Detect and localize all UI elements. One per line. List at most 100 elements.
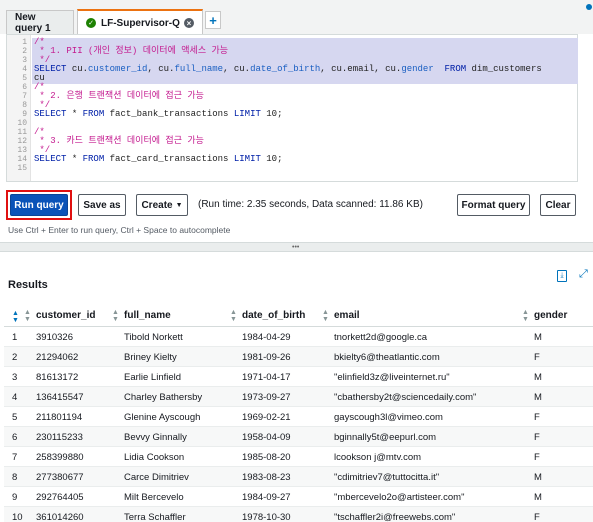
table-cell: 230115233 xyxy=(36,432,83,443)
column-header-full-name[interactable]: full_name xyxy=(124,310,171,321)
table-cell: 292764405 xyxy=(36,492,84,503)
tab-label: LF-Supervisor-Q... xyxy=(101,17,180,29)
code-token: * 3. 카드 트랜잭션 데이터에 접근 가능 xyxy=(34,136,204,146)
sort-icon[interactable]: ▲ ▼ xyxy=(322,309,329,323)
table-cell: gayscough3l@vimeo.com xyxy=(334,412,443,423)
download-icon[interactable]: ⤓ xyxy=(557,270,567,282)
table-cell: 7 xyxy=(12,452,18,463)
sort-icon[interactable]: ▲ ▼ xyxy=(230,309,237,323)
sql-editor[interactable]: 1 2 3 4 5 6 7 8 9 10 11 12 13 14 15 /* * 1. PII (개인 정보… xyxy=(6,34,578,182)
table-cell: 3 xyxy=(12,372,18,383)
table-cell: Milt Bercevelo xyxy=(124,492,184,503)
code-token: * xyxy=(71,154,83,164)
check-circle-icon: ✓ xyxy=(86,18,96,28)
table-row[interactable]: 5 211801194 Glenine Ayscough 1969-02-21 gays… xyxy=(4,407,593,427)
table-cell: F xyxy=(534,412,540,423)
table-cell: Charley Bathersby xyxy=(124,392,203,403)
code-token: dim_customers xyxy=(471,64,542,74)
table-cell: 5 xyxy=(12,412,18,423)
sort-icon[interactable]: ▲ ▼ xyxy=(522,309,529,323)
table-cell: Carce Dimitriev xyxy=(124,472,189,483)
add-tab-button[interactable]: + xyxy=(205,11,221,29)
code-token: date_of_birth xyxy=(250,64,321,74)
chevron-down-icon: ▼ xyxy=(175,201,183,209)
table-cell: 211801194 xyxy=(36,412,83,423)
pane-resize-handle[interactable]: ••• xyxy=(0,242,593,252)
line-number: 1 xyxy=(22,38,27,47)
table-cell: Lidia Cookson xyxy=(124,452,185,463)
sort-icon[interactable]: ▲ ▼ xyxy=(112,309,119,323)
table-cell: M xyxy=(534,332,542,343)
column-header-email[interactable]: email xyxy=(334,310,360,321)
query-tab-bar: New query 1 ✓ LF-Supervisor-Q... × + xyxy=(0,0,593,35)
table-cell: M xyxy=(534,392,542,403)
code-token: LIMIT xyxy=(233,154,267,164)
table-cell: 1971-04-17 xyxy=(242,372,291,383)
selection-highlight xyxy=(32,38,578,84)
table-cell: bkielty6@theatlantic.com xyxy=(334,352,440,363)
create-dropdown-button[interactable]: Create ▼ xyxy=(136,194,188,216)
column-header-customer-id[interactable]: customer_id xyxy=(36,310,95,321)
code-token: FROM xyxy=(82,154,110,164)
table-cell: 4 xyxy=(12,392,18,403)
save-as-button[interactable]: Save as xyxy=(78,194,126,216)
column-header-date-of-birth[interactable]: date_of_birth xyxy=(242,310,305,321)
table-cell: F xyxy=(534,432,540,443)
table-cell: 1985-08-20 xyxy=(242,452,291,463)
table-cell: "elinfield3z@liveinternet.ru" xyxy=(334,372,450,383)
table-cell: bginnally5t@eepurl.com xyxy=(334,432,437,443)
table-cell: 21294062 xyxy=(36,352,79,363)
table-cell: 8 xyxy=(12,472,18,483)
table-cell: 9 xyxy=(12,492,18,503)
table-cell: Bevvy Ginnally xyxy=(124,432,187,443)
line-number: 9 xyxy=(22,110,27,119)
table-cell: F xyxy=(534,352,540,363)
code-line: SELECT cu.customer_id, cu.full_name, cu.… xyxy=(34,65,542,74)
tab-lf-supervisor-query[interactable]: ✓ LF-Supervisor-Q... × xyxy=(77,9,203,35)
table-row[interactable]: 9 292764405 Milt Bercevelo 1984-09-27 "mberc… xyxy=(4,487,593,507)
sort-icon[interactable]: ▲ ▼ xyxy=(12,310,19,324)
table-cell: "tschaffler2i@freewebs.com" xyxy=(334,512,456,522)
table-cell: 136415547 xyxy=(36,392,84,403)
table-row[interactable]: 3 81613172 Earlie Linfield 1971-04-17 "elinf… xyxy=(4,367,593,387)
clear-button[interactable]: Clear xyxy=(540,194,576,216)
results-title: Results xyxy=(8,279,48,291)
table-cell: 1 xyxy=(12,332,18,343)
table-row[interactable]: 6 230115233 Bevvy Ginnally 1958-04-09 bginna… xyxy=(4,427,593,447)
table-cell: Terra Schaffler xyxy=(124,512,186,522)
tab-new-query-1[interactable]: New query 1 xyxy=(6,10,74,34)
expand-icon[interactable]: ⤢ xyxy=(579,268,588,281)
code-token: , cu.email, cu. xyxy=(320,64,402,74)
keyboard-hint: Use Ctrl + Enter to run query, Ctrl + Sp… xyxy=(8,225,231,235)
line-number: 6 xyxy=(22,83,27,92)
format-query-button[interactable]: Format query xyxy=(457,194,530,216)
line-number: 2 xyxy=(22,47,27,56)
code-token: gender xyxy=(401,64,434,74)
table-cell: 361014260 xyxy=(36,512,84,522)
table-cell: Briney Kielty xyxy=(124,352,177,363)
table-cell: 1969-02-21 xyxy=(242,412,291,423)
table-row[interactable]: 10 361014260 Terra Schaffler 1978-10-30 "tsc… xyxy=(4,507,593,522)
code-token: * 1. PII (개인 정보) 데이터에 액세스 가능 xyxy=(34,46,229,56)
table-row[interactable]: 8 277380677 Carce Dimitriev 1983-08-23 "cdim… xyxy=(4,467,593,487)
line-number: 12 xyxy=(17,137,27,146)
code-token: fact_card_transactions xyxy=(109,154,234,164)
table-row[interactable]: 7 258399880 Lidia Cookson 1985-08-20 lcookso… xyxy=(4,447,593,467)
table-row[interactable]: 1 3910326 Tibold Norkett 1984-04-29 tnorkett… xyxy=(4,327,593,347)
code-token: , cu. xyxy=(147,64,175,74)
run-query-button[interactable]: Run query xyxy=(10,194,68,216)
table-row[interactable]: 2 21294062 Briney Kielty 1981-09-26 bkielty6… xyxy=(4,347,593,367)
table-cell: 10 xyxy=(12,512,23,522)
table-cell: M xyxy=(534,492,542,503)
run-query-label: Run query xyxy=(14,199,64,211)
close-icon[interactable]: × xyxy=(184,18,194,28)
code-token: cu. xyxy=(71,64,89,74)
table-row[interactable]: 4 136415547 Charley Bathersby 1973-09-27 "cb… xyxy=(4,387,593,407)
line-number: 3 xyxy=(22,56,27,65)
code-token: customer_id xyxy=(88,64,148,74)
column-header-gender[interactable]: gender xyxy=(534,310,567,321)
table-cell: 2 xyxy=(12,352,18,363)
sort-icon[interactable]: ▲ ▼ xyxy=(24,309,31,323)
status-dot-icon xyxy=(586,4,592,10)
run-info-text: (Run time: 2.35 seconds, Data scanned: 1… xyxy=(198,199,423,210)
